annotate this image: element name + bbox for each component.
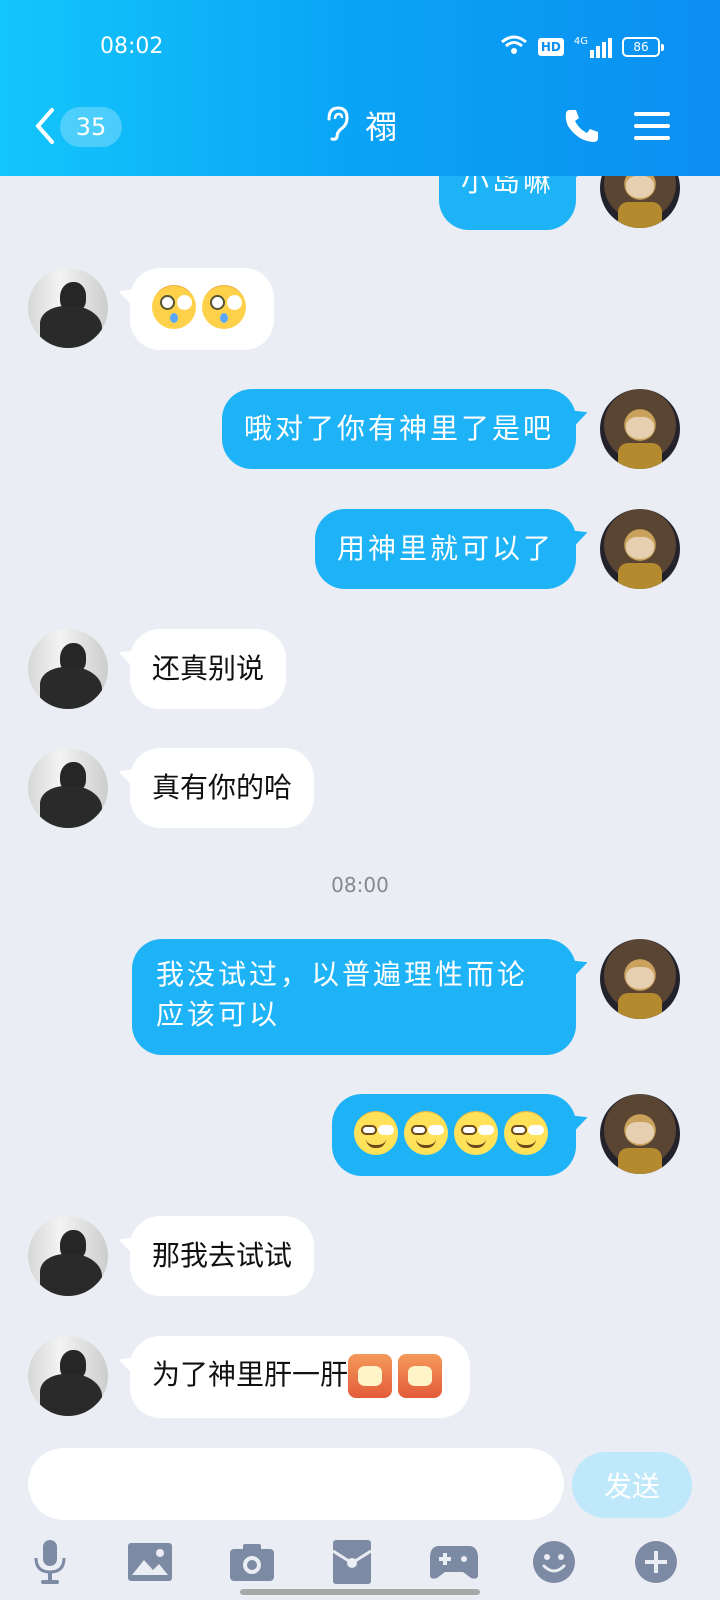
menu-button[interactable] <box>630 104 674 148</box>
smirk-emoji-icon <box>354 1111 398 1155</box>
message-bubble-incoming[interactable]: 还真别说 <box>130 629 287 709</box>
network-label: 4G <box>573 36 588 47</box>
plus-icon[interactable] <box>628 1534 684 1590</box>
smirk-emoji-icon <box>454 1111 498 1155</box>
status-time: 08:02 <box>100 34 164 59</box>
message-bubble-incoming[interactable]: 那我去试试 <box>130 1216 315 1296</box>
toolbar <box>0 1534 720 1590</box>
title-wrap: 禤 <box>0 102 720 148</box>
smirk-emoji-icon <box>504 1111 548 1155</box>
message-bubble-outgoing[interactable]: 我没试过，以普遍理性而论 应该可以 <box>132 939 576 1055</box>
avatar-contact[interactable] <box>28 1336 108 1416</box>
status-icons: HD 4G 86 <box>500 34 664 60</box>
shocked-emoji-icon <box>202 285 246 329</box>
message-bubble-incoming[interactable]: 真有你的哈 <box>130 748 315 828</box>
avatar-contact[interactable] <box>28 1216 108 1296</box>
message-bubble-outgoing[interactable]: 用神里就可以了 <box>314 509 576 589</box>
shocked-emoji-icon <box>152 285 196 329</box>
chat-header: 08:02 HD 4G 86 35 禤 <box>0 0 720 176</box>
battery-icon: 86 <box>622 37 664 57</box>
emoji-icon[interactable] <box>526 1534 582 1590</box>
send-button[interactable]: 发送 <box>572 1452 692 1518</box>
avatar-self[interactable] <box>600 1094 680 1174</box>
message-bubble-outgoing[interactable] <box>332 1094 576 1176</box>
phone-icon <box>565 110 598 142</box>
input-bar: 发送 <box>0 1430 720 1600</box>
avatar-contact[interactable] <box>28 268 108 348</box>
camera-icon[interactable] <box>224 1534 280 1590</box>
microphone-icon[interactable] <box>22 1534 78 1590</box>
message-bubble-outgoing[interactable]: 哦对了你有神里了是吧 <box>221 389 576 469</box>
crying-emoji-icon <box>398 1354 443 1398</box>
avatar-self[interactable] <box>600 176 680 228</box>
message-bubble-incoming[interactable] <box>130 268 274 350</box>
game-icon[interactable] <box>426 1534 482 1590</box>
message-input[interactable] <box>28 1448 564 1520</box>
avatar-self[interactable] <box>600 389 680 469</box>
avatar-self[interactable] <box>600 939 680 1019</box>
wifi-icon <box>500 34 528 60</box>
avatar-contact[interactable] <box>28 748 108 828</box>
call-button[interactable] <box>560 104 604 148</box>
hamburger-icon <box>634 112 670 140</box>
red-packet-icon[interactable] <box>324 1534 380 1590</box>
image-icon[interactable] <box>122 1534 178 1590</box>
hd-badge: HD <box>537 38 564 56</box>
message-bubble-outgoing[interactable]: 小岛嘛 <box>438 176 576 230</box>
signal-icon: 4G <box>574 36 612 58</box>
chat-title: 禤 <box>364 108 397 146</box>
message-text: 为了神里肝一肝 <box>152 1358 349 1391</box>
home-indicator <box>240 1589 480 1595</box>
smirk-emoji-icon <box>404 1111 448 1155</box>
message-timestamp: 08:00 <box>331 873 389 897</box>
ear-icon[interactable] <box>323 105 351 145</box>
avatar-contact[interactable] <box>28 629 108 709</box>
message-bubble-incoming[interactable]: 为了神里肝一肝 <box>130 1336 471 1418</box>
avatar-self[interactable] <box>600 509 680 589</box>
message-list[interactable]: 小岛嘛 哦对了你有神里了是吧 用神里就可以了 还真别说 真有你的哈 08:00 … <box>0 176 720 1430</box>
crying-emoji-icon <box>348 1354 393 1398</box>
